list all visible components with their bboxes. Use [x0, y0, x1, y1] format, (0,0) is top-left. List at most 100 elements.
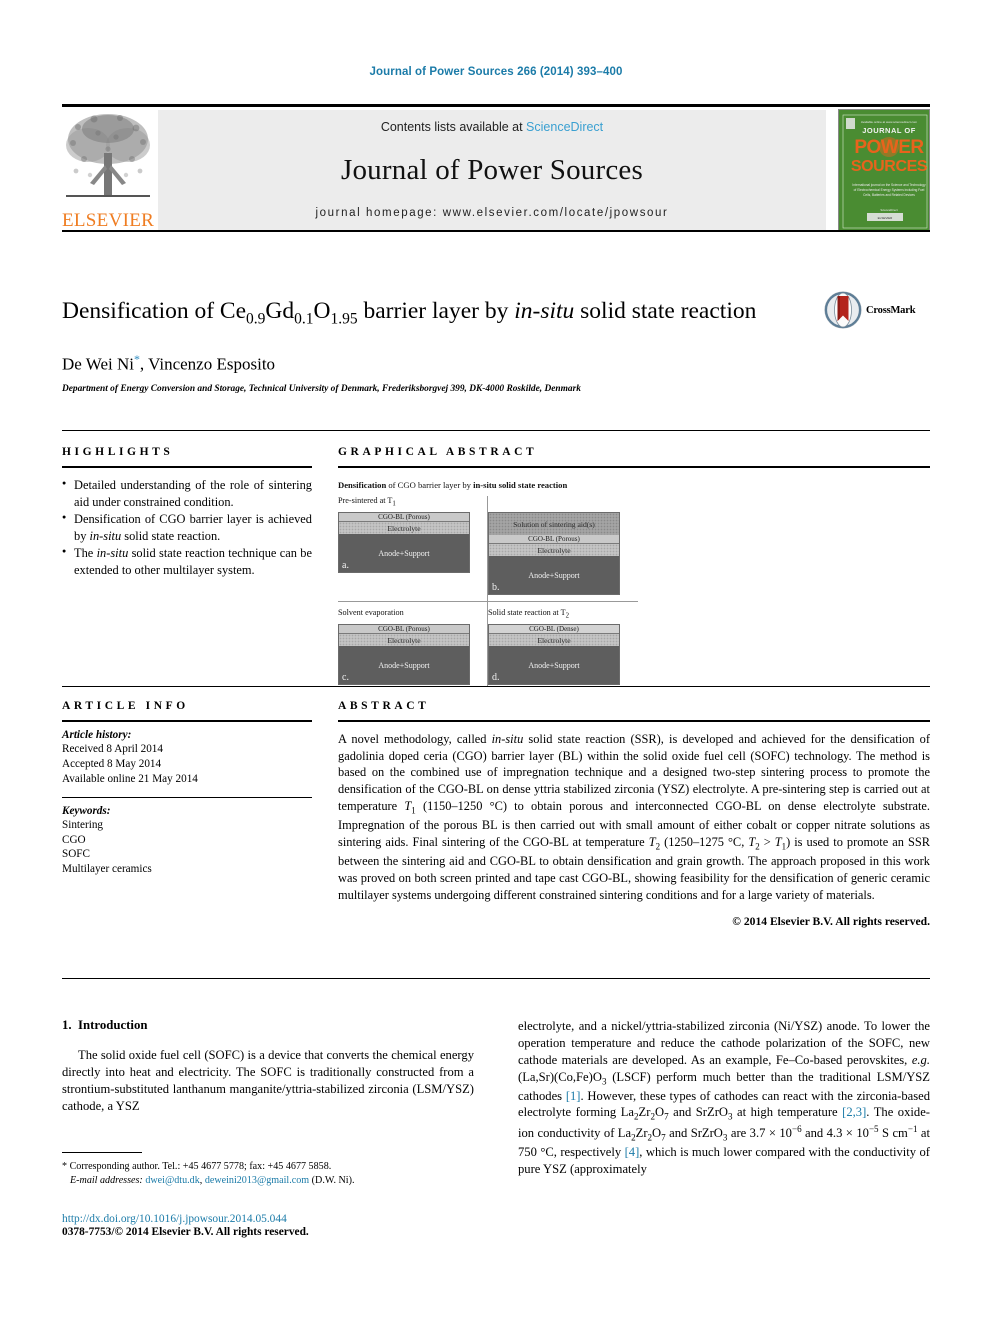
cover-artwork: Available online at www.sciencedirect.co…: [839, 110, 929, 231]
paper-title: Densification of Ce0.9Gd0.1O1.95 barrier…: [62, 298, 757, 328]
layer-electrolyte: Electrolyte: [489, 634, 619, 646]
keyword-item: CGO: [62, 833, 86, 846]
layer-stack: Solution of sintering aid(s) CGO-BL (Por…: [488, 512, 620, 595]
contents-available-line: Contents lists available at ScienceDirec…: [381, 120, 603, 134]
figure-panel-d: Solid state reaction at T2 CGO-BL (Dense…: [488, 602, 638, 687]
affiliation: Department of Energy Conversion and Stor…: [62, 383, 581, 394]
journal-homepage-link[interactable]: journal homepage: www.elsevier.com/locat…: [158, 207, 826, 219]
body-column-right: electrolyte, and a nickel/yttria-stabili…: [518, 1018, 930, 1178]
running-head: Journal of Power Sources 266 (2014) 393–…: [369, 66, 623, 78]
email-link-2[interactable]: deweini2013@gmail.com: [205, 1175, 309, 1186]
svg-text:Available online at www.scienc: Available online at www.sciencedirect.co…: [861, 120, 918, 124]
svg-text:International journal on the S: International journal on the Science and…: [852, 183, 926, 187]
panel-caption: Pre-sintered at T1: [338, 496, 396, 508]
highlights-section: HIGHLIGHTS Detailed understanding of the…: [62, 446, 312, 579]
panel-letter: b.: [492, 582, 500, 593]
issn-copyright: 0378-7753/© 2014 Elsevier B.V. All right…: [62, 1226, 309, 1238]
svg-text:of Electrochemical Energy Syst: of Electrochemical Energy Systems includ…: [854, 188, 925, 192]
layer-anode-support: Anode+Support: [489, 646, 619, 684]
panel-caption: Solvent evaporation: [338, 608, 404, 617]
sciencedirect-link[interactable]: ScienceDirect: [526, 120, 603, 134]
graphical-abstract-section: GRAPHICAL ABSTRACT Densification of CGO …: [338, 446, 930, 687]
abstract-rule: [338, 720, 930, 722]
abstract-section: ABSTRACT A novel methodology, called in-…: [338, 700, 930, 928]
highlights-list: Detailed understanding of the role of si…: [62, 477, 312, 578]
layer-cgo-bl: CGO-BL (Porous): [489, 535, 619, 544]
figure-panel-b: Solution of sintering aid(s) CGO-BL (Por…: [488, 496, 638, 602]
layer-anode-support: Anode+Support: [339, 534, 469, 572]
highlights-rule: [62, 466, 312, 468]
keywords-title: Keywords:: [62, 804, 111, 817]
intro-paragraph-1: The solid oxide fuel cell (SOFC) is a de…: [62, 1048, 474, 1113]
figure-panel-a: Pre-sintered at T1 CGO-BL (Porous) Elect…: [338, 496, 488, 602]
elsevier-tree-icon: [66, 114, 150, 197]
corresponding-author-note: * Corresponding author. Tel.: +45 4677 5…: [62, 1161, 332, 1172]
figure-title: Densification of CGO barrier layer by in…: [338, 480, 568, 490]
info-band-top-rule: [62, 430, 930, 431]
article-info-rule: [62, 720, 312, 722]
panel-caption: Solid state reaction at T2: [488, 608, 570, 620]
figure-panel-grid: Pre-sintered at T1 CGO-BL (Porous) Elect…: [338, 496, 758, 687]
history-available-online: Available online 21 May 2014: [62, 772, 198, 785]
crossmark-icon: [824, 291, 862, 329]
figure-panel-c: Solvent evaporation CGO-BL (Porous) Elec…: [338, 602, 488, 687]
layer-stack: CGO-BL (Porous) Electrolyte Anode+Suppor…: [338, 624, 470, 685]
masthead-bottom-rule: [62, 230, 930, 232]
history-accepted: Accepted 8 May 2014: [62, 757, 162, 770]
elsevier-wordmark: ELSEVIER: [62, 210, 155, 231]
keyword-item: Sintering: [62, 818, 104, 831]
panel-caption: [488, 496, 630, 507]
layer-anode-support: Anode+Support: [339, 646, 469, 684]
email-link-1[interactable]: dwei@dtu.dk: [145, 1175, 199, 1186]
layer-sintering-aid-solution: Solution of sintering aid(s): [489, 513, 619, 535]
graphical-abstract-heading: GRAPHICAL ABSTRACT: [338, 446, 538, 458]
paper-page: Journal of Power Sources 266 (2014) 393–…: [0, 0, 992, 1323]
layer-electrolyte: Electrolyte: [339, 522, 469, 534]
article-history-title: Article history:: [62, 729, 132, 741]
masthead-center-panel: Contents lists available at ScienceDirec…: [158, 110, 826, 231]
keyword-item: Multilayer ceramics: [62, 863, 152, 876]
svg-text:Cells, Batteries and Related D: Cells, Batteries and Related Devices: [863, 193, 915, 197]
keyword-item: SOFC: [62, 848, 90, 861]
abstract-copyright: © 2014 Elsevier B.V. All rights reserved…: [732, 915, 930, 929]
citation-ref[interactable]: [2,3]: [842, 1105, 866, 1119]
panel-letter: c.: [342, 672, 349, 683]
keywords-rule: [62, 796, 312, 798]
footnote-marker: *: [62, 1161, 68, 1172]
doi-block: http://dx.doi.org/10.1016/j.jpowsour.201…: [62, 1213, 474, 1238]
author-names: De Wei Ni: [62, 354, 134, 374]
layer-electrolyte: Electrolyte: [489, 544, 619, 556]
body-column-left: 1. Introduction The solid oxide fuel cel…: [62, 1018, 474, 1115]
masthead-top-rule: [62, 104, 930, 107]
svg-text:ScienceDirect: ScienceDirect: [880, 208, 897, 212]
doi-link[interactable]: http://dx.doi.org/10.1016/j.jpowsour.201…: [62, 1213, 474, 1225]
graphical-abstract-figure: Densification of CGO barrier layer by in…: [338, 480, 758, 687]
layer-cgo-bl: CGO-BL (Porous): [339, 625, 469, 634]
panel-letter: a.: [342, 560, 349, 571]
list-item: The in-situ solid state reaction techniq…: [62, 545, 312, 578]
title-block: Densification of Ce0.9Gd0.1O1.95 barrier…: [62, 291, 930, 394]
journal-masthead: ELSEVIER Contents lists available at Sci…: [62, 104, 930, 232]
footnote-block: * Corresponding author. Tel.: +45 4677 5…: [62, 1152, 474, 1188]
svg-text:ELSEVIER: ELSEVIER: [878, 216, 894, 220]
layer-stack: CGO-BL (Dense) Electrolyte Anode+Support…: [488, 624, 620, 685]
svg-text:JOURNAL OF: JOURNAL OF: [862, 126, 916, 135]
list-item: Detailed understanding of the role of si…: [62, 477, 312, 510]
journal-title: Journal of Power Sources: [341, 154, 643, 186]
layer-cgo-bl: CGO-BL (Dense): [489, 625, 619, 634]
layer-cgo-bl: CGO-BL (Porous): [339, 513, 469, 522]
crossmark-badge[interactable]: CrossMark: [824, 290, 928, 330]
history-received: Received 8 April 2014: [62, 743, 163, 755]
footnote-rule: [62, 1152, 142, 1153]
abstract-body: A novel methodology, called in-situ soli…: [338, 732, 931, 902]
abstract-band-top-rule: [62, 686, 930, 687]
article-info-section: ARTICLE INFO Article history: Received 8…: [62, 700, 312, 877]
contents-prefix: Contents lists available at: [380, 120, 527, 134]
panel-letter: d.: [492, 672, 500, 683]
citation-ref[interactable]: [1]: [566, 1089, 581, 1103]
email-addresses-note: E-mail addresses: dwei@dtu.dk, deweini20…: [70, 1175, 355, 1187]
introduction-heading: 1. Introduction: [62, 1018, 148, 1032]
graphical-abstract-rule: [338, 466, 930, 468]
citation-ref[interactable]: [4]: [625, 1145, 640, 1159]
abstract-heading: ABSTRACT: [338, 700, 430, 712]
